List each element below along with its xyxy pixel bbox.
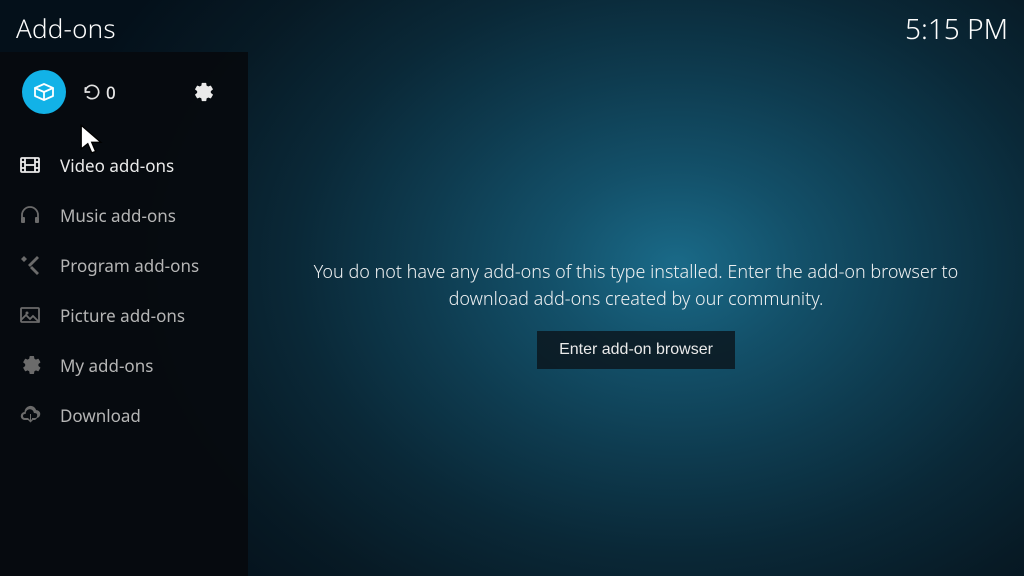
sidebar-item-label: Video add-ons [60, 154, 174, 177]
open-box-icon [32, 80, 56, 104]
clock: 5:15 PM [905, 10, 1008, 48]
enter-addon-browser-button[interactable]: Enter add-on browser [537, 331, 735, 369]
gear-icon [193, 81, 215, 103]
sidebar-item-label: Music add-ons [60, 204, 176, 227]
refresh-icon [82, 82, 102, 102]
app-root: Add-ons 5:15 PM [0, 0, 1024, 576]
sidebar-item-label: Download [60, 404, 141, 427]
check-updates-button[interactable]: 0 [82, 70, 116, 114]
sidebar-menu: Video add-ons Music add-ons [0, 132, 248, 440]
sidebar-item-label: Program add-ons [60, 254, 199, 277]
empty-state-message: You do not have any add-ons of this type… [292, 259, 980, 313]
cloud-download-icon [18, 403, 42, 427]
sidebar-toolbar: 0 [0, 52, 248, 132]
image-icon [18, 303, 42, 327]
sidebar-item-label: Picture add-ons [60, 304, 185, 327]
sidebar-item-label: My add-ons [60, 354, 153, 377]
headphones-icon [18, 203, 42, 227]
tools-icon [18, 253, 42, 277]
settings-button[interactable] [182, 70, 226, 114]
sidebar-item-my-addons[interactable]: My add-ons [0, 340, 248, 390]
sidebar-item-video-addons[interactable]: Video add-ons [0, 140, 248, 190]
sidebar-item-picture-addons[interactable]: Picture add-ons [0, 290, 248, 340]
update-count: 0 [106, 81, 116, 104]
sidebar-item-music-addons[interactable]: Music add-ons [0, 190, 248, 240]
gear-plus-icon [18, 353, 42, 377]
sidebar-item-download[interactable]: Download [0, 390, 248, 440]
page-title: Add-ons [16, 10, 116, 46]
main-content: You do not have any add-ons of this type… [248, 52, 1024, 576]
addon-browser-button[interactable] [22, 70, 66, 114]
header: Add-ons 5:15 PM [0, 0, 1024, 52]
sidebar-item-program-addons[interactable]: Program add-ons [0, 240, 248, 290]
film-icon [18, 153, 42, 177]
sidebar: 0 [0, 52, 248, 576]
